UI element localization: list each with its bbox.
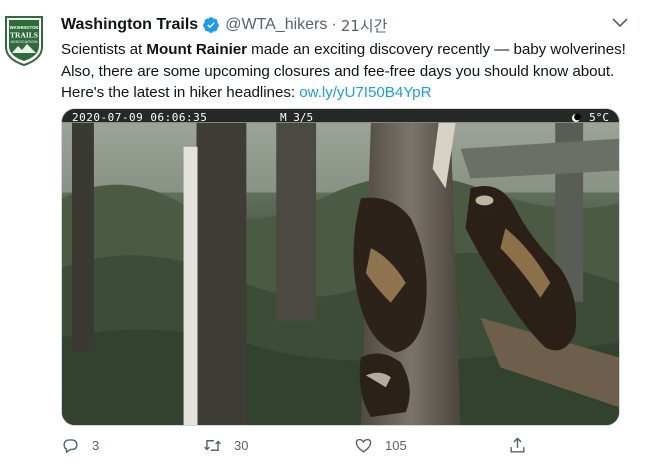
logo-text-line1: WASHINGTON [10, 25, 39, 30]
chevron-down-icon [612, 18, 628, 28]
like-button[interactable]: 105 [354, 436, 407, 455]
like-count: 105 [385, 438, 407, 453]
tweet-text: Scientists at Mount Rainier made an exci… [61, 39, 631, 104]
more-options-button[interactable] [610, 16, 630, 30]
moon-icon [572, 113, 582, 122]
verified-badge-icon [202, 16, 220, 34]
tweet-card[interactable]: WASHINGTON TRAILS ASSOCIATION Washington… [0, 0, 660, 469]
heart-icon [355, 438, 372, 453]
handle[interactable]: @WTA_hikers [225, 16, 327, 34]
reply-button[interactable]: 3 [61, 436, 99, 455]
share-icon [510, 437, 525, 453]
tweet-header: Washington Trails @WTA_hikers · 21시간 [61, 14, 387, 36]
tweet-actions: 3 30 105 [61, 436, 541, 460]
separator-dot: · [331, 16, 337, 33]
camera-datetime: 2020-07-09 06:06:35 [72, 111, 208, 124]
reply-icon [63, 439, 78, 454]
tweet-text-part1: Scientists at [61, 41, 147, 58]
retweet-button[interactable]: 30 [203, 436, 248, 455]
retweet-icon [204, 440, 221, 451]
retweet-count: 30 [234, 438, 249, 453]
avatar[interactable]: WASHINGTON TRAILS ASSOCIATION [1, 12, 47, 68]
tweet-link[interactable]: ow.ly/yU7I50B4YpR [299, 84, 431, 101]
timestamp[interactable]: 21시간 [341, 15, 388, 36]
camera-temperature: 5°C [589, 111, 609, 124]
logo-text-line3: ASSOCIATION [10, 39, 37, 44]
camera-mode: M 3/5 [280, 111, 314, 124]
share-button[interactable] [508, 436, 527, 455]
reply-count: 3 [92, 438, 100, 453]
tweet-media-image[interactable]: 2020-07-09 06:06:35 M 3/5 5°C [61, 108, 620, 426]
camera-status: 5°C [571, 111, 609, 124]
wta-logo-icon: WASHINGTON TRAILS ASSOCIATION [5, 16, 43, 67]
display-name[interactable]: Washington Trails [61, 16, 198, 34]
trail-camera-photo [62, 109, 619, 425]
tweet-text-bold: Mount Rainier [146, 41, 248, 58]
